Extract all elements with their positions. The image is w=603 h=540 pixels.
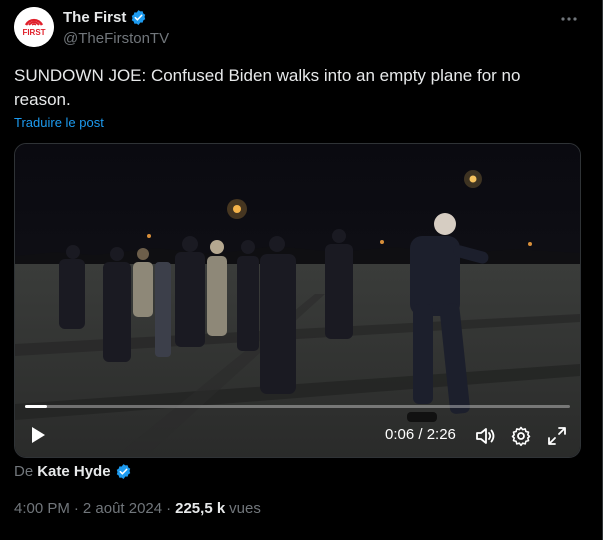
views-count: 225,5 k xyxy=(175,500,226,517)
video-progress-bar[interactable] xyxy=(25,405,570,408)
settings-icon[interactable] xyxy=(510,425,532,447)
video-player[interactable]: 0:06 / 2:26 xyxy=(14,143,581,458)
avatar[interactable]: FIRST xyxy=(14,7,54,47)
verified-icon xyxy=(130,9,147,26)
video-attribution: De Kate Hyde xyxy=(14,463,132,480)
meta-separator: · xyxy=(73,500,79,517)
verified-icon xyxy=(115,463,132,480)
video-frame xyxy=(15,144,580,457)
attribution-prefix: De xyxy=(14,463,34,480)
attribution-author-link[interactable]: Kate Hyde xyxy=(37,463,110,480)
meta-separator: · xyxy=(166,500,172,517)
post-card[interactable]: FIRST The First @TheFirstonTV SUNDOWN JO… xyxy=(0,0,603,540)
more-icon[interactable] xyxy=(560,10,578,28)
post-time[interactable]: 4:00 PM xyxy=(14,500,70,517)
play-icon xyxy=(32,427,45,443)
video-progress-fill xyxy=(25,405,48,408)
volume-icon[interactable] xyxy=(474,425,496,447)
author-handle[interactable]: @TheFirstonTV xyxy=(63,30,169,47)
post-date[interactable]: 2 août 2024 xyxy=(83,500,162,517)
avatar-logo-text: FIRST xyxy=(22,28,45,37)
views-label: vues xyxy=(229,500,261,517)
fullscreen-icon[interactable] xyxy=(546,425,568,447)
translate-post-link[interactable]: Traduire le post xyxy=(14,115,104,130)
author-display-name[interactable]: The First xyxy=(63,9,126,26)
play-button[interactable] xyxy=(27,424,49,446)
video-time: 0:06 / 2:26 xyxy=(385,426,456,443)
post-text: SUNDOWN JOE: Confused Biden walks into a… xyxy=(14,66,521,109)
author-name-row: The First xyxy=(63,9,147,26)
post-meta: 4:00 PM · 2 août 2024 · 225,5 k vues xyxy=(14,500,261,517)
